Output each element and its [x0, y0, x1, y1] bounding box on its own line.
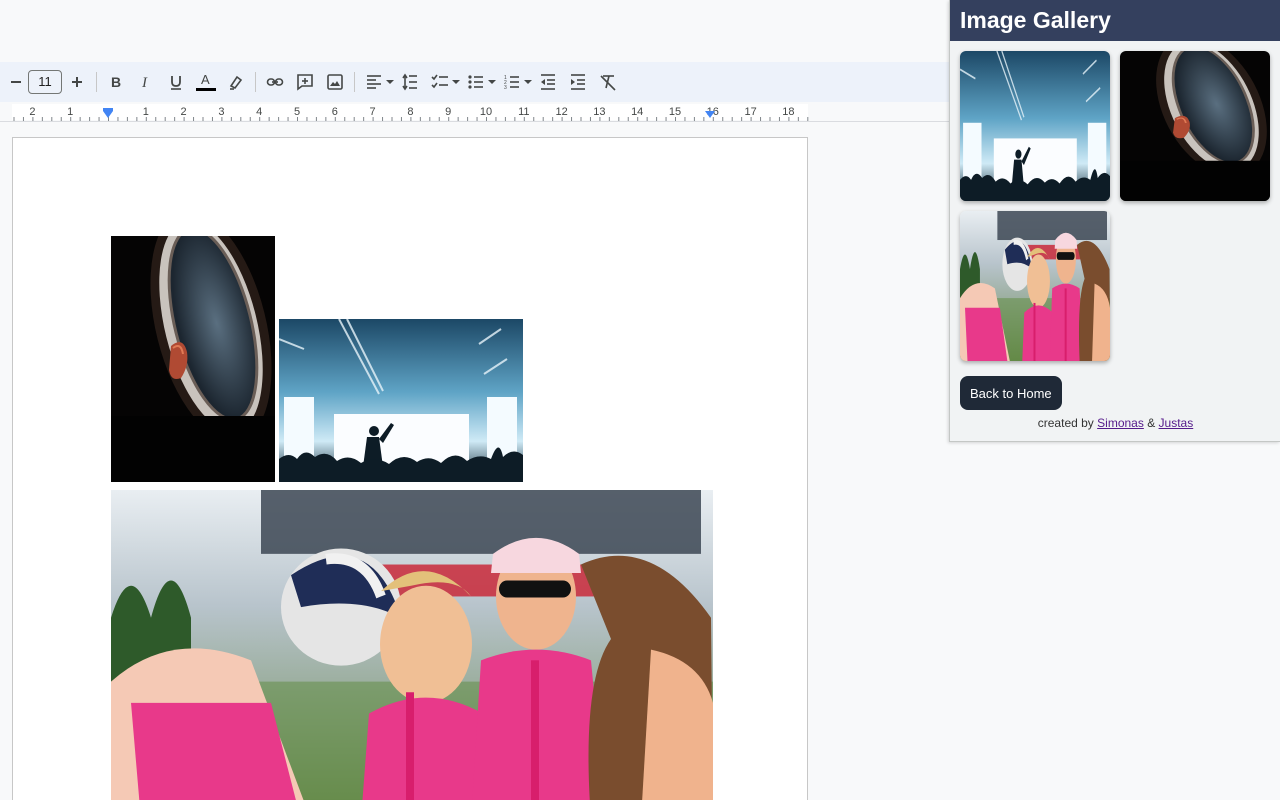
clear-formatting-icon: [600, 75, 616, 91]
gallery-thumb-concert[interactable]: [960, 51, 1110, 201]
checklist-dropdown[interactable]: [451, 68, 461, 96]
indent-decrease-icon: [541, 74, 555, 90]
bold-icon: B: [111, 74, 121, 90]
svg-text:I: I: [141, 75, 148, 91]
numbered-list-dropdown[interactable]: [523, 68, 533, 96]
add-comment-button[interactable]: [290, 68, 320, 96]
text-color-icon: A: [196, 72, 216, 91]
toolbar-divider: [255, 72, 256, 92]
doc-image-pink-walkers[interactable]: [111, 490, 713, 800]
underline-button[interactable]: [161, 68, 191, 96]
author-link-simonas[interactable]: Simonas: [1097, 416, 1144, 430]
credit-line: created by Simonas & Justas: [950, 416, 1280, 430]
pink-walkers-photo: [111, 490, 713, 800]
line-spacing-button[interactable]: [395, 68, 425, 96]
airplane-window-photo: [111, 236, 275, 482]
ruler-label: 9: [445, 106, 451, 118]
increase-font-size-button[interactable]: [62, 68, 92, 96]
highlight-color-button[interactable]: [221, 68, 251, 96]
indent-increase-icon: [571, 74, 585, 90]
top-strip: [0, 0, 950, 62]
concert-photo: [279, 319, 523, 482]
ruler-label: 12: [555, 106, 567, 118]
decrease-indent-button[interactable]: [533, 68, 563, 96]
chevron-down-icon: [386, 80, 394, 84]
first-line-indent-marker[interactable]: [103, 108, 113, 111]
decrease-font-size-button[interactable]: [4, 68, 28, 96]
ruler-label: 13: [593, 106, 605, 118]
author-link-justas[interactable]: Justas: [1159, 416, 1194, 430]
ruler-label: 3: [218, 106, 224, 118]
formatting-toolbar: 11 B I A 123: [0, 62, 950, 102]
minus-icon: [11, 81, 21, 83]
bulleted-list-icon: [468, 75, 483, 89]
highlighter-icon: [229, 75, 243, 90]
bold-button[interactable]: B: [101, 68, 131, 96]
align-left-icon: [367, 75, 381, 89]
ruler-label: 17: [744, 106, 756, 118]
text-color-button[interactable]: A: [191, 68, 221, 96]
underline-icon: [171, 76, 181, 90]
svg-text:3: 3: [504, 85, 507, 91]
ruler[interactable]: 21123456789101112131415161718: [0, 102, 950, 122]
clear-formatting-button[interactable]: [593, 68, 623, 96]
link-icon: [266, 78, 284, 86]
toolbar-divider: [354, 72, 355, 92]
svg-text:B: B: [111, 74, 121, 90]
ruler-ticks: 21123456789101112131415161718: [13, 106, 809, 121]
svg-text:A: A: [201, 72, 210, 87]
ruler-label: 11: [518, 106, 529, 118]
italic-button[interactable]: I: [131, 68, 161, 96]
font-size-input[interactable]: 11: [28, 70, 62, 94]
ruler-label: 18: [782, 106, 794, 118]
insert-link-button[interactable]: [260, 68, 290, 96]
align-dropdown[interactable]: [385, 68, 395, 96]
gallery-title: Image Gallery: [960, 7, 1111, 33]
ruler-label: 10: [480, 106, 492, 118]
airplane-window-photo: [1120, 51, 1270, 201]
ruler-label: 7: [370, 106, 376, 118]
ruler-label: 5: [294, 106, 300, 118]
chevron-down-icon: [488, 80, 496, 84]
ruler-label: 2: [29, 106, 35, 118]
ruler-label: 1: [67, 106, 73, 118]
document-page[interactable]: [12, 137, 808, 800]
image-gallery-panel: Image Gallery Back to Home created by Si…: [949, 0, 1280, 442]
document-canvas[interactable]: [0, 122, 950, 800]
ruler-label: 14: [631, 106, 643, 118]
left-indent-marker[interactable]: [103, 111, 113, 118]
bulleted-list-dropdown[interactable]: [487, 68, 497, 96]
doc-image-concert[interactable]: [279, 319, 523, 482]
ruler-label: 2: [181, 106, 187, 118]
chevron-down-icon: [452, 80, 460, 84]
doc-image-airplane-window[interactable]: [111, 236, 275, 482]
gallery-thumb-pink-walkers[interactable]: [960, 211, 1110, 361]
plus-icon: [72, 77, 82, 87]
ruler-label: 1: [143, 106, 149, 118]
gallery-header: Image Gallery: [950, 0, 1280, 41]
back-to-home-button[interactable]: Back to Home: [960, 376, 1062, 410]
concert-photo: [960, 51, 1110, 201]
ruler-label: 8: [407, 106, 413, 118]
ruler-label: 15: [669, 106, 681, 118]
comment-plus-icon: [297, 74, 313, 91]
credit-prefix: created by: [1037, 416, 1094, 430]
pink-walkers-photo: [960, 211, 1110, 361]
line-spacing-icon: [402, 73, 417, 91]
insert-image-button[interactable]: [320, 68, 350, 96]
gallery-thumb-airplane-window[interactable]: [1120, 51, 1270, 201]
checklist-icon: [431, 74, 448, 89]
increase-indent-button[interactable]: [563, 68, 593, 96]
image-icon: [327, 74, 343, 90]
ruler-label: 6: [332, 106, 338, 118]
chevron-down-icon: [524, 80, 532, 84]
toolbar-divider: [96, 72, 97, 92]
ruler-label: 4: [256, 106, 262, 118]
italic-icon: I: [141, 75, 148, 91]
numbered-list-icon: 123: [504, 75, 519, 91]
credit-ampersand: &: [1147, 416, 1156, 430]
